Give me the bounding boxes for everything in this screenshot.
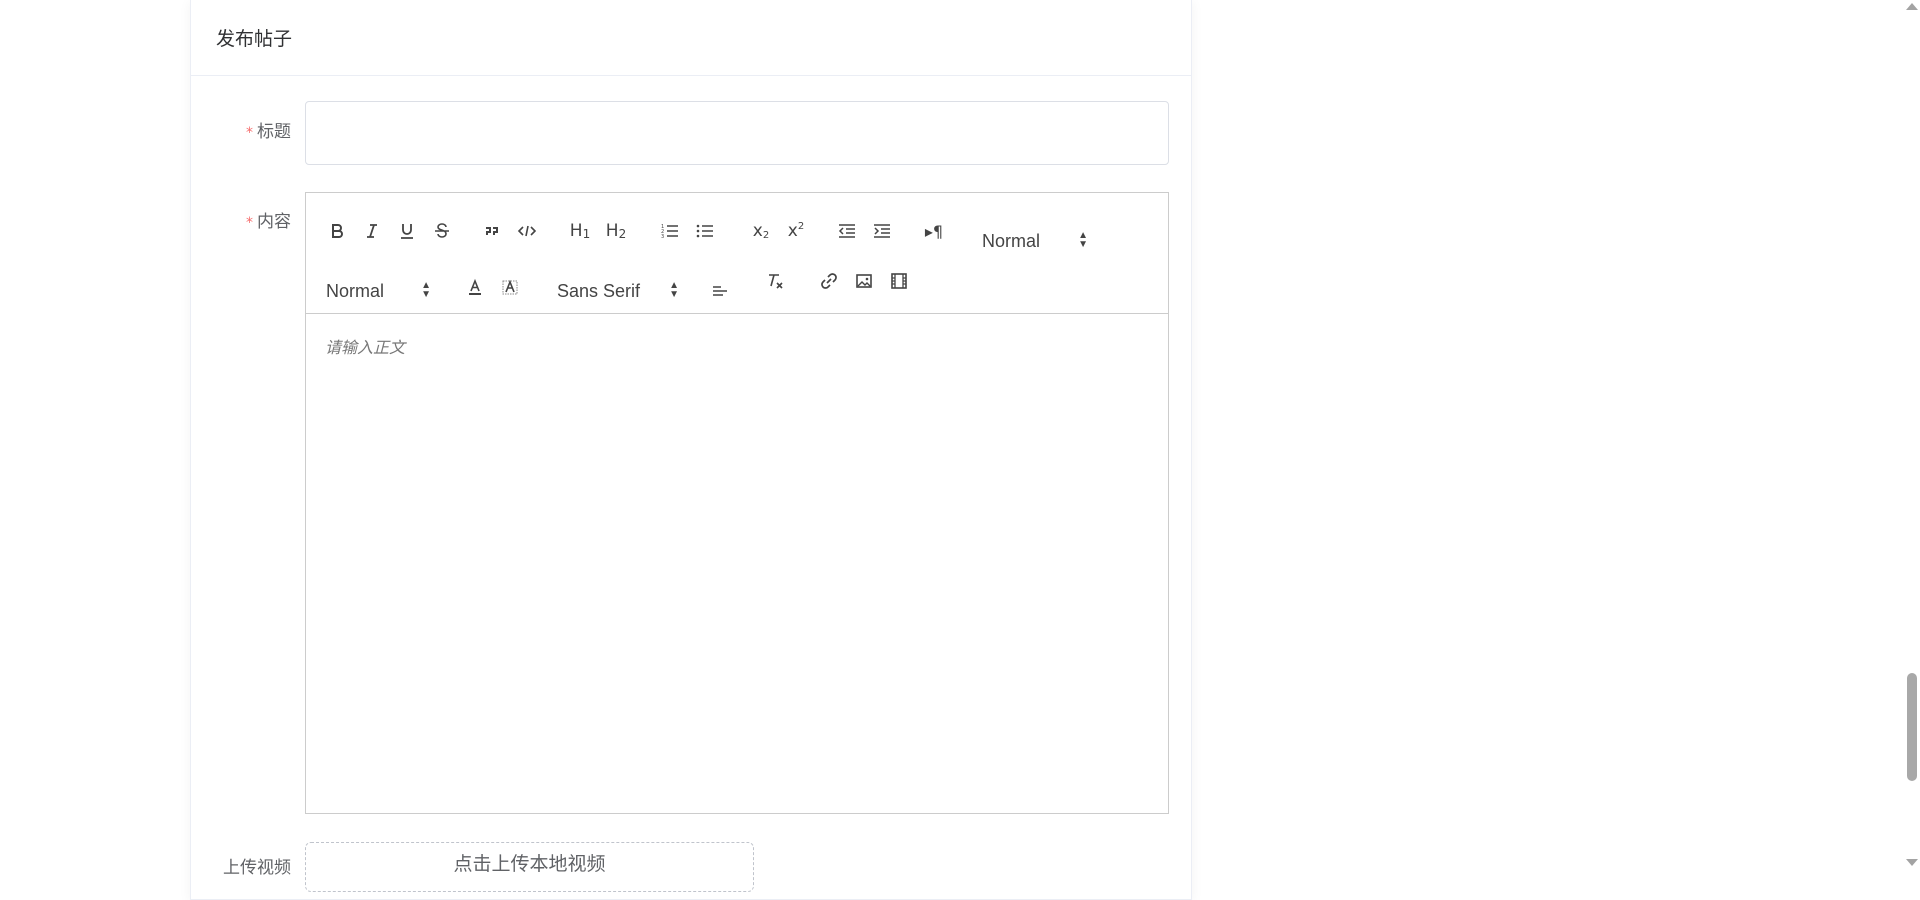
strike-icon[interactable] bbox=[428, 217, 456, 245]
page-title: 发布帖子 bbox=[216, 28, 293, 50]
svg-text:3: 3 bbox=[661, 234, 664, 240]
clean-format-icon[interactable] bbox=[761, 267, 789, 295]
required-mark: * bbox=[246, 215, 253, 231]
bold-icon[interactable] bbox=[323, 217, 351, 245]
font-picker[interactable]: Sans Serif ▲ ▼ bbox=[557, 277, 679, 305]
editor-toolbar: H1 H2 123 x2 x2 ▸¶ Normal ▲ ▼ Normal ▲ ▼… bbox=[306, 193, 1168, 314]
upload-video-button[interactable]: 点击上传本地视频 bbox=[305, 842, 754, 892]
video-icon[interactable] bbox=[885, 267, 913, 295]
editor-placeholder: 请输入正文 bbox=[325, 338, 406, 357]
page-scrollbar[interactable] bbox=[1903, 0, 1920, 869]
content-label: * 内容 bbox=[191, 207, 291, 232]
font-picker-value: Sans Serif bbox=[557, 280, 641, 301]
chevron-updown-icon: ▲ ▼ bbox=[1078, 230, 1088, 250]
underline-icon[interactable] bbox=[393, 217, 421, 245]
header-picker-value: Normal bbox=[982, 230, 1041, 251]
editor-content-area[interactable]: 请输入正文 bbox=[306, 314, 1168, 813]
chevron-updown-icon: ▲ ▼ bbox=[669, 280, 679, 300]
bullet-list-icon[interactable] bbox=[691, 217, 719, 245]
required-mark: * bbox=[246, 125, 253, 141]
rich-text-editor: H1 H2 123 x2 x2 ▸¶ Normal ▲ ▼ Normal ▲ ▼… bbox=[305, 192, 1169, 814]
code-block-icon[interactable] bbox=[513, 217, 541, 245]
upload-video-label: 上传视频 bbox=[223, 858, 291, 878]
scroll-down-arrow-icon[interactable] bbox=[1906, 859, 1918, 866]
size-picker[interactable]: Normal ▲ ▼ bbox=[326, 277, 431, 305]
title-label-text: 标题 bbox=[257, 122, 291, 142]
card-header: 发布帖子 bbox=[191, 0, 1191, 76]
text-color-icon[interactable] bbox=[461, 273, 489, 301]
ordered-list-icon[interactable]: 123 bbox=[656, 217, 684, 245]
italic-icon[interactable] bbox=[358, 217, 386, 245]
subscript-icon[interactable]: x2 bbox=[747, 217, 775, 245]
link-icon[interactable] bbox=[815, 267, 843, 295]
blockquote-icon[interactable] bbox=[478, 217, 506, 245]
scroll-thumb[interactable] bbox=[1907, 673, 1917, 781]
superscript-icon[interactable]: x2 bbox=[782, 217, 810, 245]
h2-icon[interactable]: H2 bbox=[599, 217, 633, 245]
direction-rtl-icon[interactable]: ▸¶ bbox=[920, 217, 948, 245]
background-color-icon[interactable] bbox=[496, 273, 524, 301]
header-picker[interactable]: Normal ▲ ▼ bbox=[982, 227, 1088, 255]
size-picker-value: Normal bbox=[326, 280, 385, 301]
align-icon[interactable] bbox=[706, 275, 734, 303]
h1-icon[interactable]: H1 bbox=[563, 217, 597, 245]
post-form-card: 发布帖子 * 标题 * 内容 H 1 H 2 1 2 3 x 2 x 2 ▸¶ … bbox=[190, 0, 1192, 900]
indent-icon[interactable] bbox=[868, 217, 896, 245]
content-label-text: 内容 bbox=[257, 212, 291, 232]
outdent-icon[interactable] bbox=[833, 217, 861, 245]
chevron-updown-icon: ▲ ▼ bbox=[421, 280, 431, 300]
image-icon[interactable] bbox=[850, 267, 878, 295]
title-label: * 标题 bbox=[191, 117, 291, 142]
scroll-up-arrow-icon[interactable] bbox=[1906, 3, 1918, 10]
upload-video-text: 点击上传本地视频 bbox=[453, 853, 606, 875]
title-input[interactable] bbox=[305, 101, 1169, 165]
